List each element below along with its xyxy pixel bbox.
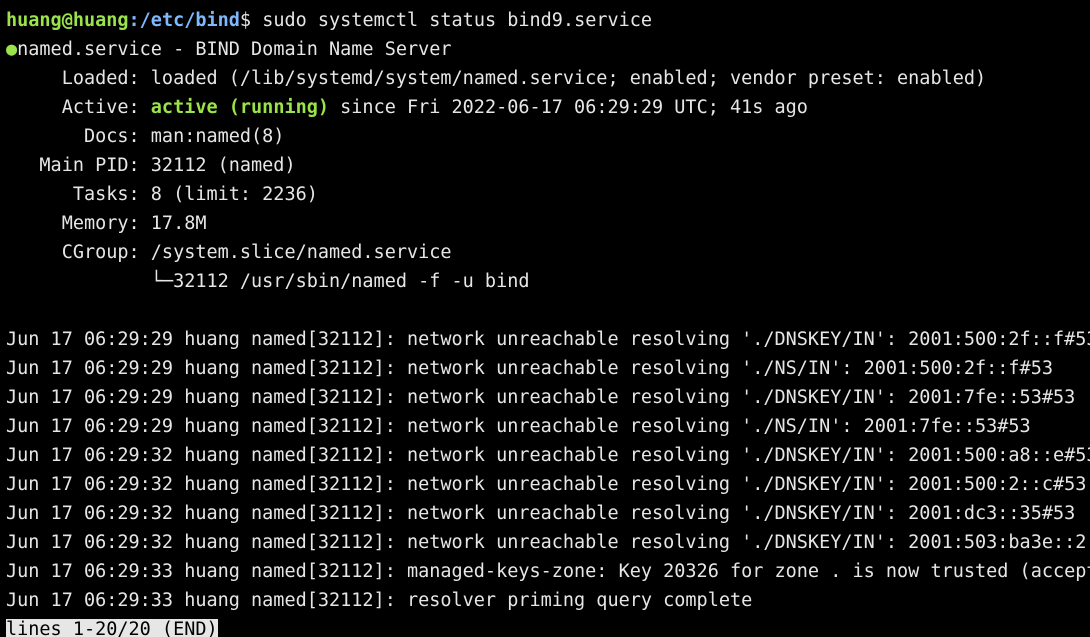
prompt-command: sudo systemctl status bind9.service [251,10,653,31]
log-line: Jun 17 06:29:29 huang named[32112]: netw… [6,329,1090,350]
service-title-line: ●named.service - BIND Domain Name Server [6,35,452,64]
cgroup-child-line: └─32112 /usr/sbin/named -f -u bind [6,271,530,292]
log-line: Jun 17 06:29:33 huang named[32112]: mana… [6,561,1090,582]
tasks-line: Tasks: 8 (limit: 2236) [6,184,318,205]
log-line: Jun 17 06:29:32 huang named[32112]: netw… [6,503,1076,524]
memory-line: Memory: 17.8M [6,213,207,234]
prompt-user-host: huang@huang [6,10,129,31]
log-line: Jun 17 06:29:33 huang named[32112]: reso… [6,590,753,611]
log-line: Jun 17 06:29:32 huang named[32112]: netw… [6,474,1087,495]
docs-line: Docs: man:named(8) [6,126,285,147]
pager-status: lines 1-20/20 (END) [6,619,218,637]
prompt-path: /etc/bind [139,10,240,31]
log-line: Jun 17 06:29:29 huang named[32112]: netw… [6,416,1031,437]
log-line: Jun 17 06:29:29 huang named[32112]: netw… [6,358,1053,379]
active-label: Active: [6,97,151,118]
cgroup-line: CGroup: /system.slice/named.service [6,242,452,263]
log-line: Jun 17 06:29:32 huang named[32112]: netw… [6,445,1090,466]
loaded-line: Loaded: loaded (/lib/systemd/system/name… [6,68,987,89]
pager-status-line[interactable]: lines 1-20/20 (END) [6,615,218,637]
active-state: active (running) [150,97,330,118]
log-line: Jun 17 06:29:29 huang named[32112]: netw… [6,387,1076,408]
terminal-window[interactable]: huang@huang:/etc/bind$ sudo systemctl st… [0,0,1090,637]
active-since: since Fri 2022-06-17 06:29:29 UTC; 41s a… [329,97,808,118]
active-line: Active: active (running) since Fri 2022-… [6,93,808,122]
status-dot-icon: ● [6,39,18,60]
prompt-separator: : [128,10,140,31]
prompt-line: huang@huang:/etc/bind$ sudo systemctl st… [6,6,652,35]
log-line: Jun 17 06:29:32 huang named[32112]: netw… [6,532,1090,553]
prompt-symbol: $ [239,10,252,31]
service-title: named.service - BIND Domain Name Server [17,39,452,60]
main-pid-line: Main PID: 32112 (named) [6,155,296,176]
